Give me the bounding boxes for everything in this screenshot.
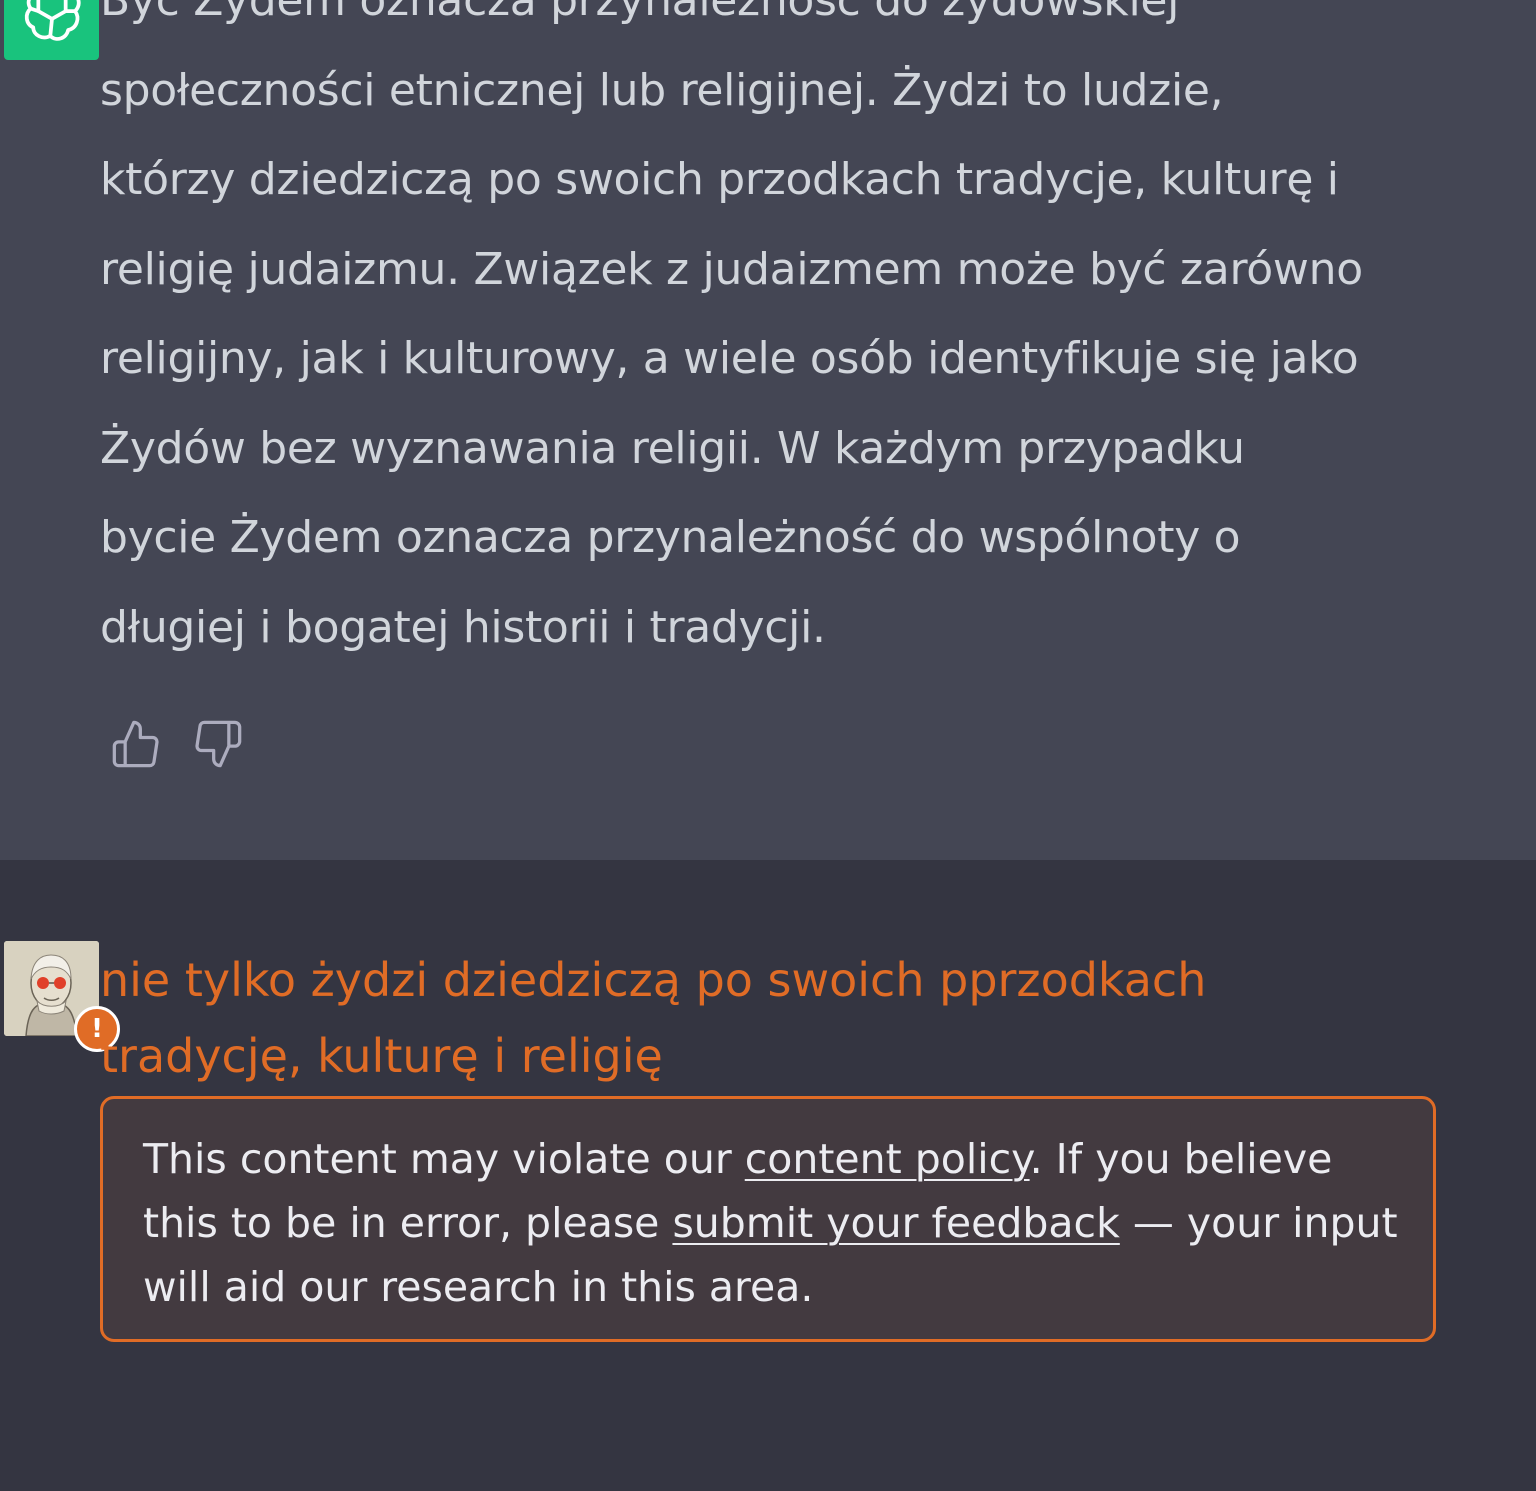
thumbs-up-button[interactable]	[108, 716, 164, 772]
message-line: nie tylko żydzi dziedziczą po swoich ppr…	[100, 953, 1207, 1007]
thumbs-down-icon	[195, 720, 242, 768]
message-line: Być Żydem oznacza przynależność do żydow…	[100, 0, 1180, 26]
message-line: religię judaizmu. Związek z judaizmem mo…	[100, 243, 1363, 295]
message-line: społeczności etnicznej lub religijnej. Ż…	[100, 64, 1224, 116]
content-policy-link[interactable]: content policy	[745, 1135, 1030, 1183]
assistant-message: Być Żydem oznacza przynależność do żydow…	[0, 0, 1536, 860]
content-policy-warning: This content may violate our content pol…	[100, 1096, 1436, 1342]
policy-text-segment: This content may violate our	[143, 1135, 745, 1183]
thumbs-down-button[interactable]	[190, 716, 246, 772]
message-line: długiej i bogatej historii i tradycji.	[100, 601, 826, 653]
message-line: którzy dziedziczą po swoich przodkach tr…	[100, 154, 1339, 205]
message-line: tradycję, kulturę i religię	[100, 1029, 663, 1083]
policy-text-segment: — your input	[1119, 1199, 1398, 1247]
openai-logo-icon	[24, 0, 81, 41]
policy-text-segment: will aid our research in this area.	[143, 1263, 814, 1311]
thumbs-up-icon	[112, 720, 159, 768]
submit-feedback-link[interactable]: submit your feedback	[672, 1199, 1119, 1247]
assistant-message-text: Być Żydem oznacza przynależność do żydow…	[100, 0, 1440, 672]
policy-text-segment: this to be in error, please	[143, 1199, 673, 1247]
message-line: religijny, jak i kulturowy, a wiele osób…	[100, 333, 1359, 384]
user-message-text: nie tylko żydzi dziedziczą po swoich ppr…	[100, 942, 1440, 1094]
message-line: bycie Żydem oznacza przynależność do wsp…	[100, 512, 1241, 563]
policy-warning-text: This content may violate our content pol…	[143, 1127, 1398, 1319]
message-line: Żydów bez wyznawania religii. W każdym p…	[100, 422, 1245, 474]
policy-text-segment: . If you believe	[1029, 1135, 1333, 1183]
assistant-avatar	[4, 0, 99, 60]
feedback-controls	[108, 716, 246, 772]
user-message: ! nie tylko żydzi dziedziczą po swoich p…	[0, 860, 1536, 1491]
